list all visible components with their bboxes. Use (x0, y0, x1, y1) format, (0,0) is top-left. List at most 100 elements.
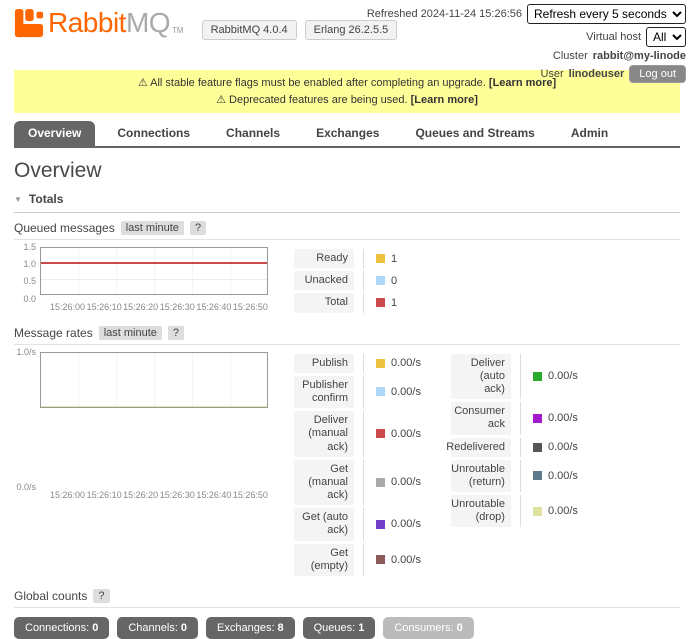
exchanges-count-button[interactable]: Exchanges:8 (206, 617, 295, 639)
queued-messages-legend: Ready 1 Unacked 0 Total 1 (294, 247, 397, 316)
queued-chart-y-axis: 1.5 1.0 0.5 0.0 (14, 247, 40, 299)
rabbitmq-logo-icon (14, 8, 44, 38)
totals-label: Totals (29, 192, 63, 206)
legend-label: Unacked (294, 271, 354, 290)
legend-row-unroutable-drop: Unroutable (drop) 0.00/s (451, 495, 578, 527)
rates-chart-x-axis: 15:26:00 15:26:10 15:26:20 15:26:30 15:2… (40, 487, 268, 579)
global-counts-label: Global counts (14, 589, 87, 603)
legend-value: 0 (391, 275, 397, 287)
zero-rate-line (41, 406, 267, 407)
x-tick: 15:26:20 (123, 490, 158, 579)
unacked-color-chip (376, 276, 385, 285)
get-empty-color-chip (376, 555, 385, 564)
message-rates-chart (40, 352, 268, 408)
consumer-ack-color-chip (533, 414, 542, 423)
get-manual-ack-color-chip (376, 478, 385, 487)
x-tick: 15:26:40 (196, 302, 231, 316)
count-label: Exchanges: (217, 622, 274, 634)
rabbitmq-version-badge: RabbitMQ 4.0.4 (202, 20, 297, 40)
rates-chart-y-axis: 1.0/s 0.0/s (14, 352, 40, 487)
y-tick: 0.0/s (16, 482, 36, 492)
legend-label: Publisher confirm (294, 376, 354, 408)
cluster-name: rabbit@my-linode (593, 50, 686, 62)
message-rates-legend: Publish 0.00/s Publisher confirm 0.00/s … (294, 352, 578, 579)
chevron-down-icon: ▼ (14, 195, 22, 204)
totals-section-toggle[interactable]: ▼ Totals (14, 190, 680, 213)
queued-messages-chart (40, 247, 268, 295)
legend-value: 0.00/s (391, 518, 421, 530)
tab-exchanges[interactable]: Exchanges (302, 121, 393, 146)
user-name: linodeuser (569, 68, 625, 80)
deprecated-learn-more-link[interactable]: [Learn more] (411, 94, 478, 106)
legend-row-deliver-auto-ack: Deliver (auto ack) 0.00/s (451, 354, 578, 400)
legend-label: Get (empty) (294, 544, 354, 576)
header-status-panel: Refreshed 2024-11-24 15:26:56 Refresh ev… (367, 4, 686, 86)
legend-row-get-auto-ack: Get (auto ack) 0.00/s (294, 508, 421, 540)
rates-period-badge[interactable]: last minute (99, 326, 162, 340)
channels-count-button[interactable]: Channels:0 (117, 617, 198, 639)
x-tick: 15:26:00 (50, 490, 85, 579)
legend-label: Ready (294, 249, 354, 268)
legend-label: Total (294, 293, 354, 312)
legend-row-get-manual-ack: Get (manual ack) 0.00/s (294, 460, 421, 506)
legend-value: 0.00/s (548, 412, 578, 424)
x-tick: 15:26:50 (233, 302, 268, 316)
legend-label: Consumer ack (451, 402, 511, 434)
count-label: Queues: (314, 622, 356, 634)
legend-value: 0.00/s (548, 441, 578, 453)
rates-help-icon[interactable]: ? (168, 326, 184, 340)
legend-value: 0.00/s (391, 386, 421, 398)
count-label: Channels: (128, 622, 178, 634)
legend-label: Deliver (auto ack) (451, 354, 511, 400)
unroutable-return-color-chip (533, 471, 542, 480)
x-tick: 15:26:10 (87, 302, 122, 316)
count-label: Consumers: (394, 622, 453, 634)
message-rates-chart-block: 1.0/s 0.0/s 15:26:00 15:26:10 15:26:20 1… (14, 352, 680, 579)
queued-messages-header: Queued messages last minute ? (14, 213, 680, 240)
tab-connections[interactable]: Connections (103, 121, 204, 146)
legend-value: 1 (391, 253, 397, 265)
y-tick: 0.0 (23, 294, 36, 304)
legend-row-total: Total 1 (294, 293, 397, 312)
tab-admin[interactable]: Admin (557, 121, 622, 146)
queued-help-icon[interactable]: ? (190, 221, 206, 235)
brand-rabbit: Rabbit (48, 7, 126, 38)
legend-value: 0.00/s (391, 554, 421, 566)
header: RabbitMQ TM RabbitMQ 4.0.4 Erlang 26.2.5… (0, 0, 694, 68)
legend-label: Unroutable (return) (451, 460, 511, 492)
y-tick: 1.5 (23, 242, 36, 252)
consumers-count-button: Consumers: 0 (383, 617, 473, 639)
brand-wordmark: RabbitMQ (48, 9, 170, 37)
legend-row-consumer-ack: Consumer ack 0.00/s (451, 402, 578, 434)
tab-queues-and-streams[interactable]: Queues and Streams (401, 121, 548, 146)
message-rates-label: Message rates (14, 326, 93, 340)
queued-period-badge[interactable]: last minute (121, 221, 184, 235)
x-tick: 15:26:50 (233, 490, 268, 579)
log-out-button[interactable]: Log out (629, 65, 686, 83)
tab-overview[interactable]: Overview (14, 121, 95, 146)
connections-count-button[interactable]: Connections:0 (14, 617, 109, 639)
queued-chart-x-axis: 15:26:00 15:26:10 15:26:20 15:26:30 15:2… (40, 299, 268, 316)
rabbitmq-logo[interactable]: RabbitMQ TM (14, 8, 184, 38)
legend-value: 0.00/s (391, 476, 421, 488)
brand-mq: MQ (126, 7, 170, 38)
count-value: 0 (457, 622, 463, 634)
trademark-label: TM (172, 26, 184, 38)
legend-label: Unroutable (drop) (451, 495, 511, 527)
virtual-host-select[interactable]: All (646, 27, 686, 47)
legend-row-publish: Publish 0.00/s (294, 354, 421, 373)
count-value: 1 (358, 622, 364, 634)
global-counts-help-icon[interactable]: ? (93, 589, 109, 603)
get-auto-ack-color-chip (376, 520, 385, 529)
y-tick: 1.0/s (16, 347, 36, 357)
queues-count-button[interactable]: Queues:1 (303, 617, 376, 639)
queued-messages-chart-block: 1.5 1.0 0.5 0.0 15:26:00 15:26:10 15:26:… (14, 247, 680, 316)
x-tick: 15:26:00 (50, 302, 85, 316)
legend-row-unroutable-return: Unroutable (return) 0.00/s (451, 460, 578, 492)
refresh-interval-select[interactable]: Refresh every 5 seconds (527, 4, 686, 24)
virtual-host-label: Virtual host (586, 31, 641, 43)
x-tick: 15:26:20 (123, 302, 158, 316)
legend-label: Deliver (manual ack) (294, 411, 354, 457)
tab-channels[interactable]: Channels (212, 121, 294, 146)
legend-row-deliver-manual-ack: Deliver (manual ack) 0.00/s (294, 411, 421, 457)
